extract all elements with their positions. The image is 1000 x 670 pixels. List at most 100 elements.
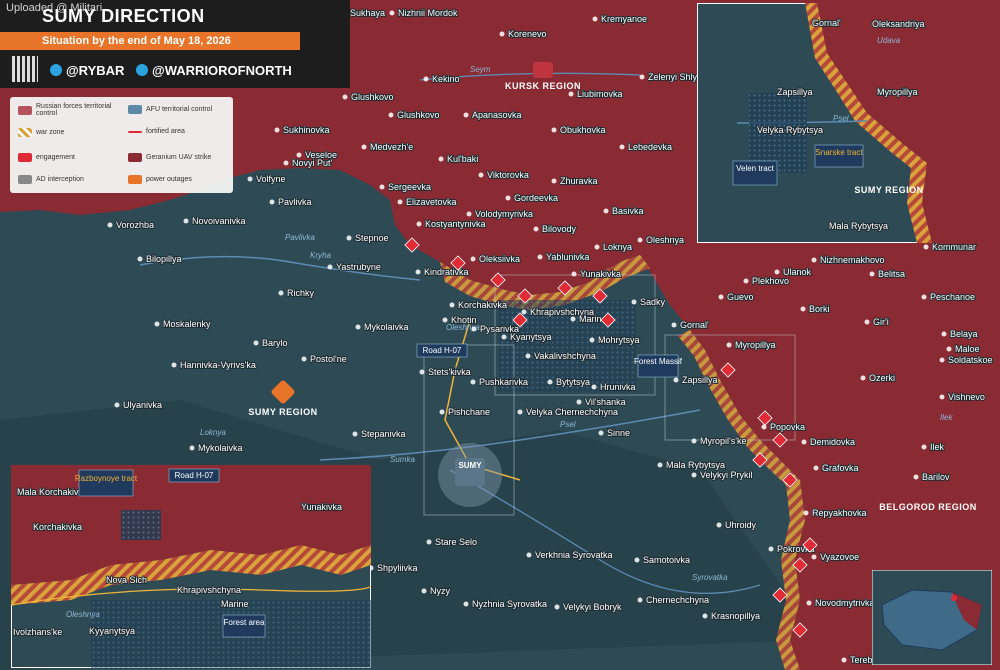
settlement-label: Mohrytsya: [598, 335, 640, 345]
settlement-label: Oleshnya: [646, 235, 684, 245]
settlement-label: Yastrubyne: [336, 262, 381, 272]
settlement-dot: [594, 244, 600, 250]
settlement-label: Stare Selo: [435, 537, 477, 547]
forest-massif-callout: Forest Massif: [634, 354, 683, 378]
header-panel: Uploaded @ Militari SUMY DIRECTION Situa…: [0, 0, 350, 88]
settlement-label: Myropil's'ke: [700, 436, 746, 446]
settlement-label: Mykolaivka: [198, 443, 243, 453]
inset-ne-place: Velyka Rybytsya: [757, 125, 823, 135]
svg-text:Snarske tract: Snarske tract: [815, 148, 863, 157]
settlement-dot: [537, 254, 543, 260]
settlement-label: Hannivka-Vyrivs'ka: [180, 360, 256, 370]
settlement: Repyakhovka: [803, 507, 868, 519]
settlement-dot: [438, 156, 444, 162]
settlement-dot: [571, 271, 577, 277]
settlement-label: Borki: [809, 304, 830, 314]
settlement-label: Novodmytrivka: [815, 598, 875, 608]
settlement-dot: [639, 74, 645, 80]
settlement-label: Nizhnemakhovo: [820, 255, 885, 265]
river-label-loknya: Loknya: [200, 428, 226, 437]
inset-sw-razboynoye-callout: Razbоynoye tract: [75, 469, 138, 497]
settlement-label: Hrunivka: [600, 382, 636, 392]
telegram-link-warriorofnorth[interactable]: @WARRIOROFNORTH: [136, 63, 292, 78]
settlement-label: Kekino: [432, 74, 460, 84]
settlement-label: Gornal': [680, 320, 709, 330]
settlement-label: Richky: [287, 288, 315, 298]
settlement: Medvezh'e: [361, 141, 414, 153]
settlement-dot: [921, 444, 927, 450]
region-belgorod: BELGOROD REGION: [879, 502, 977, 512]
settlement-label: Stepnoe: [355, 233, 389, 243]
svg-text:Razbоynoye tract: Razbоynoye tract: [75, 474, 138, 483]
settlement: Lebedevka: [619, 141, 673, 153]
telegram-link-rybar[interactable]: @RYBAR: [50, 63, 124, 78]
settlement-label: Mykolaivka: [364, 322, 409, 332]
settlement-label: Vakalivshchyna: [534, 351, 596, 361]
settlement-dot: [939, 357, 945, 363]
settlement-dot: [379, 184, 385, 190]
settlement-dot: [137, 256, 143, 262]
map-canvas: KURSK REGION SUMY REGION BELGOROD REGION…: [0, 0, 1000, 670]
settlement-label: Bilopillya: [146, 254, 182, 264]
settlement-dot: [806, 600, 812, 606]
settlement-label: Peschanoe: [930, 292, 975, 302]
settlement: Sergeevka: [379, 181, 432, 193]
svg-text:KURSK REGION: KURSK REGION: [505, 81, 581, 91]
settlement-label: Gordeevka: [514, 193, 558, 203]
settlement-dot: [426, 539, 432, 545]
settlement-label: Zhuravka: [560, 176, 598, 186]
inset-ne-place: Zapsillya: [777, 87, 813, 97]
settlement-dot: [171, 362, 177, 368]
settlement-dot: [389, 10, 395, 16]
inset-southwest: Mala Korchakivka Korchakivka Nova Sich K…: [11, 465, 371, 668]
inset-northeast: Gornal' Oleksandriya Zapsillya Myropilly…: [697, 3, 997, 243]
settlement-dot: [521, 309, 527, 315]
inset-sw-place: Ivolzhans'ke: [13, 627, 62, 637]
inset-sw-place: Mala Korchakivka: [17, 487, 88, 497]
legend-ad: AD interception: [18, 175, 84, 184]
settlement-dot: [576, 399, 582, 405]
settlement-dot: [551, 127, 557, 133]
settlement: Soldatskoe: [939, 354, 994, 366]
settlement-dot: [525, 353, 531, 359]
settlement-dot: [811, 257, 817, 263]
river-label-kryha: Kryha: [310, 251, 331, 260]
settlement-label: Myropillya: [735, 340, 776, 350]
settlement-label: Samotoivka: [643, 555, 690, 565]
settlement-dot: [923, 244, 929, 250]
settlement-dot: [346, 235, 352, 241]
settlement-label: Demidovka: [810, 437, 855, 447]
settlement: Nizhnemakhovo: [811, 254, 886, 266]
settlement: Yastrubyne: [327, 261, 382, 273]
settlement-label: Sukhinovka: [283, 125, 330, 135]
settlement: Hannivka-Vyrivs'ka: [171, 359, 257, 371]
settlement-label: Korchakivka: [458, 300, 507, 310]
settlement: Korchakivka: [449, 299, 508, 311]
settlement-dot: [702, 613, 708, 619]
settlement-label: Apanasovka: [472, 110, 522, 120]
inset-sw-place: Yunakivka: [301, 502, 342, 512]
settlement-dot: [939, 394, 945, 400]
settlement-label: Ulyanivka: [123, 400, 162, 410]
settlement-label: Kul'baki: [447, 154, 478, 164]
settlement-dot: [591, 384, 597, 390]
settlement-label: Khotin: [451, 315, 477, 325]
settlement-label: Glushkovo: [397, 110, 440, 120]
legend-fortified: fortified area: [128, 128, 185, 135]
settlement-dot: [397, 199, 403, 205]
settlement-dot: [278, 290, 284, 296]
settlement-label: Yunakivka: [580, 269, 621, 279]
svg-text:Road H-07: Road H-07: [423, 346, 462, 355]
inset-ne-place: Mala Rybytsya: [829, 221, 888, 231]
settlement-dot: [466, 211, 472, 217]
settlement: Kostyantynivka: [416, 218, 487, 230]
settlement-label: Vil'shanka: [585, 397, 626, 407]
overview-marker: [951, 595, 957, 601]
inset-sw-place: Khrapivshchyna: [177, 585, 241, 595]
legend-war-zone: war zone: [18, 128, 64, 137]
settlement-label: Velyka Chernechchyna: [526, 407, 618, 417]
settlement-dot: [570, 316, 576, 322]
settlement-dot: [864, 319, 870, 325]
settlement-label: Sergeevka: [388, 182, 431, 192]
settlement-dot: [718, 294, 724, 300]
